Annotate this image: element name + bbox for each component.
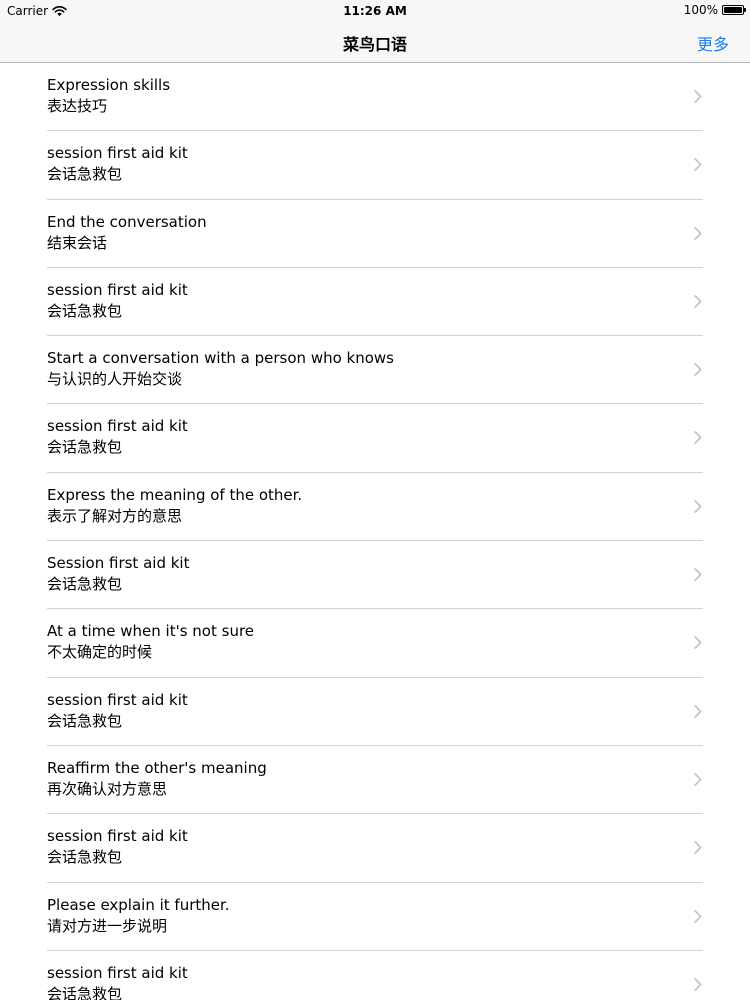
list-item-subtitle: 会话急救包: [47, 165, 123, 184]
list-item-subtitle: 会话急救包: [47, 984, 123, 1000]
list-item-subtitle: 表达技巧: [47, 97, 108, 115]
status-time: 11:26 AM: [343, 4, 407, 18]
list-item-title: End the conversation: [47, 212, 207, 231]
battery-icon: [722, 5, 746, 15]
chevron-right-icon: [694, 226, 702, 240]
list-item-title: Expression skills: [47, 76, 171, 94]
list-item-title: Reaffirm the other's meaning: [47, 758, 267, 777]
top-bar: Carrier 11:26 AM 100% 菜鸟口语 更多: [0, 0, 750, 63]
more-button[interactable]: 更多: [697, 31, 729, 55]
chevron-right-icon: [694, 90, 702, 103]
list-item-title: session first aid kit: [47, 827, 188, 846]
list-item[interactable]: session first aid kit 会话急救包: [0, 951, 750, 1000]
list-item-subtitle: 会话急救包: [47, 848, 123, 867]
list-item-subtitle: 不太确定的时候: [47, 643, 153, 662]
list-item-subtitle: 会话急救包: [47, 575, 123, 594]
list-item[interactable]: Express the meaning of the other. 表示了解对方的…: [0, 473, 750, 542]
list-item-title: session first aid kit: [47, 690, 188, 709]
list-item[interactable]: Expression skills 表达技巧: [0, 63, 750, 132]
chevron-right-icon: [694, 977, 702, 991]
list-item-title: session first aid kit: [47, 963, 188, 982]
chevron-right-icon: [694, 773, 702, 786]
chevron-right-icon: [694, 909, 702, 923]
list-item-subtitle: 与认识的人开始交谈: [47, 370, 183, 389]
list-item-title: Session first aid kit: [47, 554, 190, 573]
list-item-subtitle: 会话急救包: [47, 438, 123, 457]
list-item-title: At a time when it's not sure: [47, 622, 255, 641]
list-item-subtitle: 会话急救包: [47, 301, 123, 320]
list-item[interactable]: Session first aid kit 会话急救包: [0, 541, 750, 610]
phrase-category-list: Expression skills 表达技巧 session first aid k…: [0, 63, 750, 1000]
list-item-subtitle: 请对方进一步说明: [47, 916, 168, 935]
battery-indicator: 100%: [683, 3, 746, 17]
list-item-subtitle: 会话急救包: [47, 711, 123, 730]
list-item[interactable]: End the conversation 结束会话: [0, 200, 750, 269]
list-item-subtitle: 表示了解对方的意思: [47, 506, 183, 525]
chevron-right-icon: [694, 431, 702, 445]
list-item[interactable]: session first aid kit 会话急救包: [0, 678, 750, 747]
navigation-bar: 菜鸟口语 更多: [0, 22, 750, 62]
list-item-title: Express the meaning of the other.: [47, 485, 303, 504]
list-item-title: session first aid kit: [47, 144, 188, 163]
chevron-right-icon: [694, 158, 702, 172]
list-item-title: session first aid kit: [47, 280, 188, 299]
list-item[interactable]: Please explain it further. 请对方进一步说明: [0, 883, 750, 952]
list-item-title: Please explain it further.: [47, 895, 230, 914]
list-item[interactable]: Start a conversation with a person who k…: [0, 336, 750, 405]
chevron-right-icon: [694, 568, 702, 581]
app-screen: Carrier 11:26 AM 100% 菜鸟口语 更多 Expression: [0, 0, 750, 1000]
battery-cap: [744, 8, 746, 12]
list-item-title: Start a conversation with a person who k…: [47, 349, 394, 368]
list-item-title: session first aid kit: [47, 417, 188, 436]
battery-fill: [724, 7, 742, 13]
list-item[interactable]: session first aid kit 会话急救包: [0, 131, 750, 200]
chevron-right-icon: [694, 294, 702, 308]
chevron-right-icon: [694, 841, 702, 855]
list-item-subtitle: 结束会话: [47, 233, 108, 252]
list-item[interactable]: session first aid kit 会话急救包: [0, 268, 750, 337]
list-item[interactable]: session first aid kit 会话急救包: [0, 814, 750, 883]
chevron-right-icon: [694, 636, 702, 650]
page-title: 菜鸟口语: [342, 35, 407, 54]
chevron-right-icon: [694, 704, 702, 718]
list-item[interactable]: At a time when it's not sure 不太确定的时候: [0, 609, 750, 678]
list-item[interactable]: session first aid kit 会话急救包: [0, 404, 750, 474]
chevron-right-icon: [694, 499, 702, 513]
list-item[interactable]: Reaffirm the other's meaning 再次确认对方意思: [0, 746, 750, 815]
list-item-subtitle: 再次确认对方意思: [47, 779, 168, 798]
battery-percent: 100%: [683, 3, 718, 17]
status-bar: Carrier 11:26 AM 100%: [0, 0, 750, 22]
chevron-right-icon: [694, 363, 702, 377]
